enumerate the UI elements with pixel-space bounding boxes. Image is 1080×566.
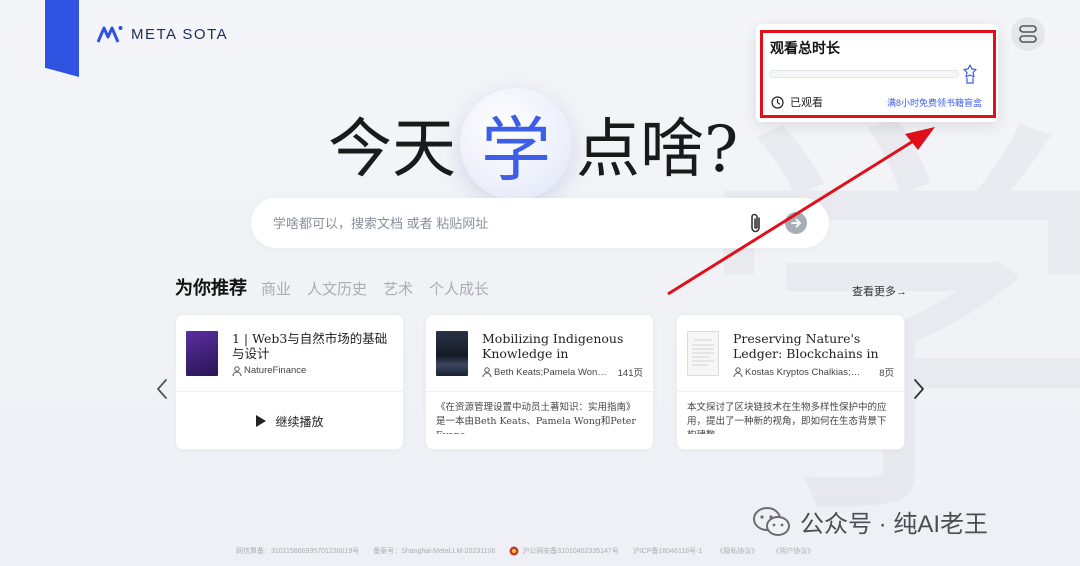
reward-link[interactable]: 满8小时免费领书籍盲盒 [887,96,982,109]
watch-time-panel: 观看总时长 已观看 满8小时免费领书籍盲盒 [756,24,998,122]
book-cover-thumbnail [436,331,468,376]
tab-humanities-history[interactable]: 人文历史 [307,278,367,299]
clock-icon [771,95,784,109]
brand-ribbon [45,0,79,77]
continue-play-button[interactable]: 继续播放 [176,392,403,450]
continue-play-label: 继续播放 [275,414,324,429]
police-badge-icon [509,546,519,556]
category-tabs: 商业 人文历史 艺术 个人成长 [261,278,489,299]
card-title: Mobilizing Indigenous Knowledge in Resou… [482,331,624,361]
footer-record-number: 备案号：Shanghai-MetaLLM-20231106 [373,548,496,555]
carousel-next-icon[interactable] [912,378,926,400]
card-title: 1 | Web3与自然市场的基础与设计 [232,331,388,361]
watch-time-title: 观看总时长 [770,40,840,56]
card-author: NatureFinance [244,365,307,376]
footer-terms-link[interactable]: 《用户协议》 [772,546,814,556]
footer-police-link[interactable]: 沪公网安备31010402335147号 [522,546,619,556]
headline-suffix: 点啥? [576,113,739,187]
user-menu-button[interactable] [1011,17,1045,51]
recommend-card[interactable]: Preserving Nature's Ledger: Blockchains … [676,314,905,450]
watched-label: 已观看 [790,97,823,109]
logo-mark-icon [97,26,123,43]
recommend-card[interactable]: Mobilizing Indigenous Knowledge in Resou… [425,314,654,450]
page-count: 141页 [617,368,643,379]
search-submit-button[interactable] [785,212,807,234]
user-icon [482,367,492,377]
watched-status: 已观看 [771,94,823,110]
recommend-card[interactable]: 1 | Web3与自然市场的基础与设计 NatureFinance 继续播放 [175,314,404,450]
headline-prefix: 今天 [328,113,456,187]
footer-privacy-link[interactable]: 《隐私协议》 [716,546,758,556]
user-icon [232,365,242,376]
see-more-link[interactable]: 查看更多→ [852,283,907,299]
watermark-text: 公众号 · 纯AI老王 [800,511,989,538]
card-description: 《在资源管理设置中动员土著知识：实用指南》是一本由Beth Keats、Pame… [436,402,636,434]
card-description: 本文探讨了区块链技术在生物多样性保护中的应用，提出了一种新的视角，即如何在生态背… [687,402,887,434]
tab-personal-growth[interactable]: 个人成长 [429,278,489,299]
wechat-icon [753,506,790,536]
tab-business[interactable]: 商业 [261,278,291,299]
card-author: Kostas Kryptos Chalkias;… [745,366,861,378]
page-count: 8页 [879,368,894,379]
menu-stack-icon [1019,25,1037,43]
section-title: 为你推荐 [175,278,247,299]
attachment-icon[interactable] [747,212,765,234]
card-author: Beth Keats;Pamela Won… [494,366,607,378]
footer-icp-link[interactable]: 沪ICP备18046118号-1 [633,546,703,556]
user-icon [733,367,743,377]
footer-algorithm-filing: 网信算备：310115866995701230019号 [236,548,360,555]
trophy-icon [963,64,977,84]
arrow-right-icon [791,218,801,228]
page-title: 今天 学 点啥? [328,88,738,200]
card-title: Preserving Nature's Ledger: Blockchains … [733,331,879,361]
carousel-prev-icon[interactable] [155,378,169,400]
play-icon [256,415,267,427]
headline-accent: 学 [460,88,572,200]
watermark: 公众号 · 纯AI老王 [752,504,988,539]
book-cover-thumbnail [687,331,719,376]
watch-progress-bar [769,70,959,78]
tab-art[interactable]: 艺术 [383,278,413,299]
brand-name: META SOTA [131,25,229,43]
book-cover-thumbnail [186,331,218,376]
search-bar [251,198,829,248]
search-input[interactable] [273,215,747,231]
footer: 网信算备：310115866995701230019号 备案号：Shanghai… [236,546,814,556]
logo[interactable]: META SOTA [97,25,228,43]
